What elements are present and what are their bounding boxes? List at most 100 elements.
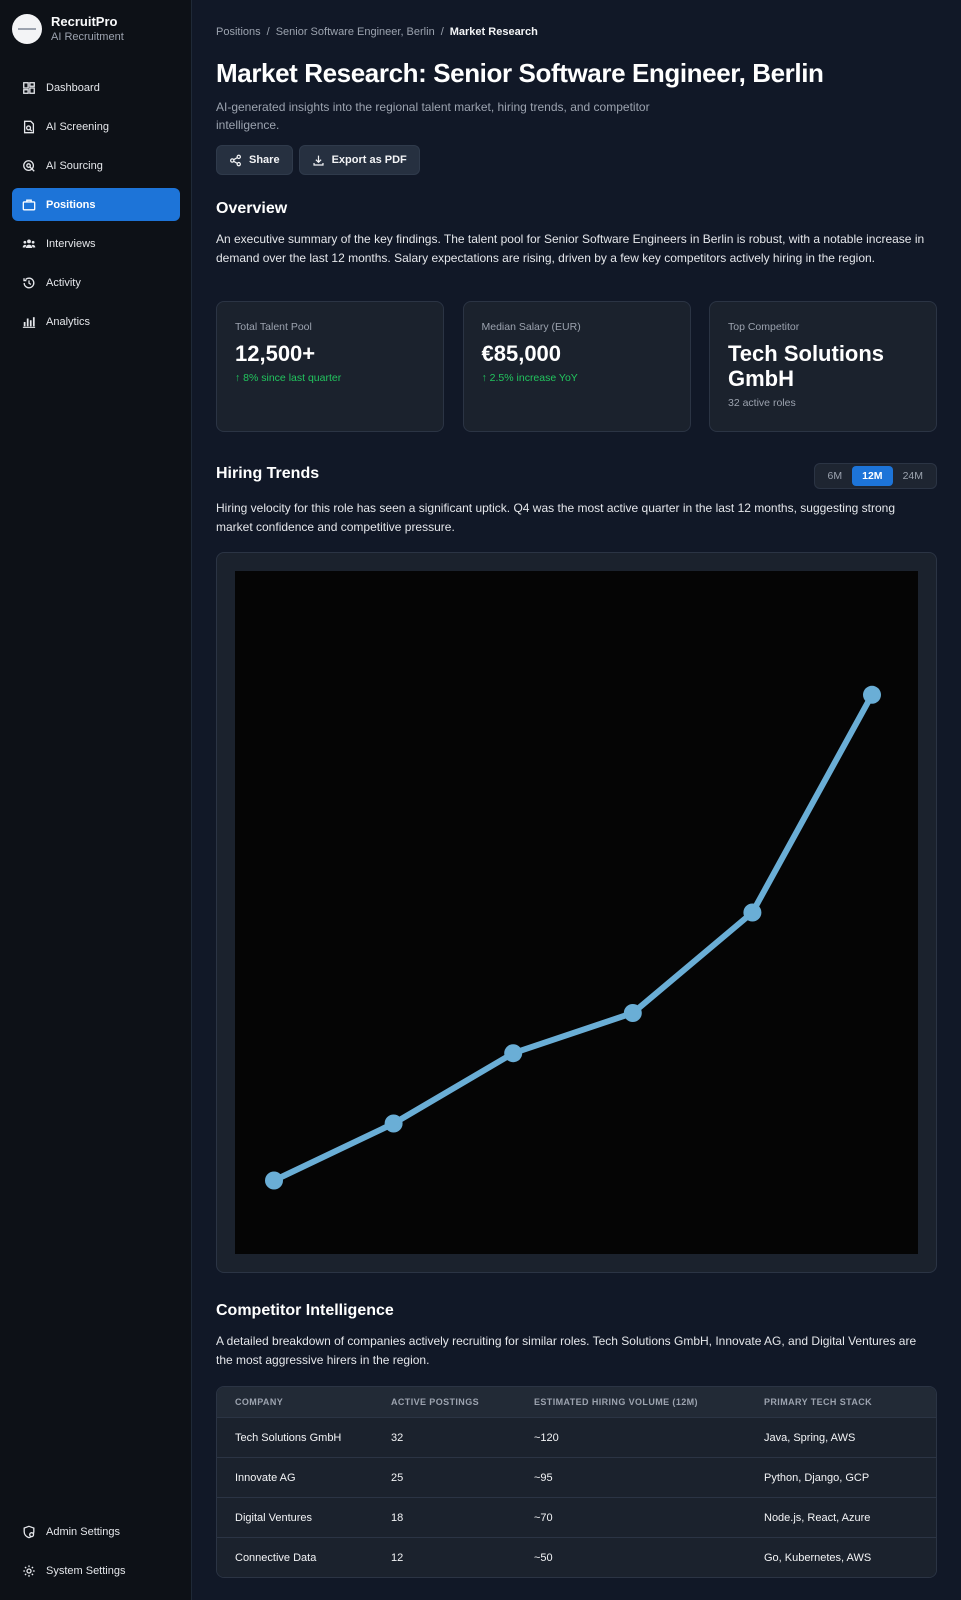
cell-postings: 12 bbox=[391, 1551, 404, 1564]
stat-value: 12,500+ bbox=[235, 341, 316, 366]
cell-stack: Java, Spring, AWS bbox=[764, 1431, 856, 1444]
column-header: COMPANY bbox=[235, 1397, 284, 1407]
breadcrumb-position[interactable]: Senior Software Engineer, Berlin bbox=[276, 26, 435, 38]
cell-company: Tech Solutions GmbH bbox=[235, 1431, 342, 1444]
range-12m[interactable]: 12M bbox=[852, 466, 893, 486]
sidebar: RecruitPro AI Recruitment Dashboard AI S… bbox=[0, 0, 192, 1600]
breadcrumb: Positions / Senior Software Engineer, Berl… bbox=[216, 26, 538, 38]
sidebar-item-label: Analytics bbox=[46, 315, 91, 328]
stat-trend: ↑ 8% since last quarter bbox=[235, 372, 342, 384]
data-point[interactable] bbox=[504, 1044, 523, 1063]
range-6m[interactable]: 6M bbox=[818, 466, 853, 486]
stat-label: Top Competitor bbox=[728, 321, 800, 333]
stat-card-median-salary: Median Salary (EUR) €85,000 ↑ 2.5% incre… bbox=[462, 301, 691, 432]
sidebar-item-label: Activity bbox=[46, 276, 81, 289]
range-selector: 6M 12M 24M bbox=[813, 463, 937, 489]
cell-stack: Python, Django, GCP bbox=[764, 1471, 870, 1484]
data-point[interactable] bbox=[623, 1004, 642, 1022]
table-row[interactable]: Tech Solutions GmbH 32 ~120 Java, Spring… bbox=[217, 1417, 936, 1457]
hiring-trends-heading: Hiring Trends bbox=[216, 465, 320, 482]
stat-value: €85,000 bbox=[481, 341, 562, 366]
hiring-trends-chart bbox=[235, 571, 918, 1254]
sidebar-item-interviews[interactable]: Interviews bbox=[12, 227, 180, 260]
sidebar-item-system-settings[interactable]: System Settings bbox=[12, 1554, 180, 1587]
stats-row: Total Talent Pool 12,500+ ↑ 8% since las… bbox=[216, 301, 937, 432]
table-row[interactable]: Digital Ventures 18 ~70 Node.js, React, … bbox=[217, 1497, 936, 1537]
document-search-icon bbox=[23, 120, 35, 133]
range-24m[interactable]: 24M bbox=[893, 466, 933, 486]
cell-volume: ~120 bbox=[534, 1431, 559, 1444]
brand-subtitle: AI Recruitment bbox=[51, 31, 124, 43]
sidebar-item-analytics[interactable]: Analytics bbox=[12, 305, 180, 338]
export-pdf-button[interactable]: Export as PDF bbox=[298, 145, 420, 175]
cell-postings: 18 bbox=[391, 1511, 404, 1524]
stat-value: Tech Solutions GmbH bbox=[728, 341, 885, 391]
radar-icon bbox=[23, 159, 35, 172]
sidebar-item-label: Admin Settings bbox=[46, 1525, 120, 1538]
dashboard-icon bbox=[23, 81, 35, 94]
overview-text: An executive summary of the key findings… bbox=[216, 232, 925, 265]
sidebar-item-label: Dashboard bbox=[46, 81, 100, 94]
brand: RecruitPro AI Recruitment bbox=[12, 14, 124, 44]
cell-company: Connective Data bbox=[235, 1551, 317, 1564]
cell-volume: ~95 bbox=[534, 1471, 553, 1484]
breadcrumb-positions[interactable]: Positions bbox=[216, 26, 261, 38]
overview-heading: Overview bbox=[216, 200, 288, 217]
stat-label: Median Salary (EUR) bbox=[481, 321, 581, 333]
hiring-trends-text: Hiring velocity for this role has seen a… bbox=[216, 501, 896, 534]
data-point[interactable] bbox=[863, 685, 881, 704]
breadcrumb-separator: / bbox=[440, 26, 444, 38]
column-header: ESTIMATED HIRING VOLUME (12M) bbox=[534, 1397, 698, 1407]
briefcase-icon bbox=[22, 199, 36, 210]
table-row[interactable]: Connective Data 12 ~50 Go, Kubernetes, A… bbox=[217, 1537, 936, 1577]
sidebar-item-label: AI Screening bbox=[46, 120, 109, 133]
sidebar-item-label: Interviews bbox=[46, 237, 96, 250]
sidebar-item-activity[interactable]: Activity bbox=[12, 266, 180, 299]
sidebar-nav: Dashboard AI Screening AI Sourcing Posit… bbox=[12, 71, 180, 344]
stat-card-talent-pool: Total Talent Pool 12,500+ ↑ 8% since las… bbox=[216, 301, 444, 432]
data-point[interactable] bbox=[384, 1114, 403, 1133]
stat-card-top-competitor: Top Competitor Tech Solutions GmbH 32 ac… bbox=[709, 301, 937, 432]
cell-volume: ~70 bbox=[534, 1511, 553, 1524]
sidebar-item-label: AI Sourcing bbox=[46, 159, 103, 172]
stat-label: Total Talent Pool bbox=[235, 321, 312, 333]
stat-note: 32 active roles bbox=[728, 397, 796, 409]
competitor-table: COMPANY ACTIVE POSTINGS ESTIMATED HIRING… bbox=[216, 1386, 937, 1578]
sidebar-item-ai-screening[interactable]: AI Screening bbox=[12, 110, 180, 143]
cell-volume: ~50 bbox=[534, 1551, 553, 1564]
admin-shield-icon bbox=[23, 1525, 35, 1538]
table-header: COMPANY ACTIVE POSTINGS ESTIMATED HIRING… bbox=[217, 1387, 936, 1417]
data-point[interactable] bbox=[265, 1171, 283, 1190]
share-label: Share bbox=[249, 154, 280, 166]
competitor-text: A detailed breakdown of companies active… bbox=[216, 1334, 917, 1367]
table-row[interactable]: Innovate AG 25 ~95 Python, Django, GCP bbox=[217, 1457, 936, 1497]
page-subtitle: AI-generated insights into the regional … bbox=[216, 100, 650, 132]
cell-stack: Node.js, React, Azure bbox=[764, 1511, 871, 1524]
sidebar-item-admin-settings[interactable]: Admin Settings bbox=[12, 1515, 180, 1548]
sidebar-bottom-nav: Admin Settings System Settings bbox=[12, 1515, 180, 1593]
sidebar-item-label: Positions bbox=[46, 198, 96, 211]
cell-company: Digital Ventures bbox=[235, 1511, 313, 1524]
download-icon bbox=[313, 155, 324, 166]
brand-logo bbox=[12, 14, 42, 44]
share-icon bbox=[230, 154, 241, 166]
data-point[interactable] bbox=[743, 903, 762, 922]
export-label: Export as PDF bbox=[331, 154, 407, 166]
history-icon bbox=[23, 277, 35, 288]
cell-postings: 32 bbox=[391, 1431, 404, 1444]
competitor-heading: Competitor Intelligence bbox=[216, 1302, 394, 1319]
sidebar-item-positions[interactable]: Positions bbox=[12, 188, 180, 221]
page-title: Market Research: Senior Software Enginee… bbox=[216, 58, 824, 88]
sidebar-item-label: System Settings bbox=[46, 1564, 126, 1577]
breadcrumb-current: Market Research bbox=[449, 26, 538, 38]
breadcrumb-separator: / bbox=[266, 26, 270, 38]
sidebar-item-dashboard[interactable]: Dashboard bbox=[12, 71, 180, 104]
hiring-trends-chart-card bbox=[216, 552, 937, 1273]
cell-company: Innovate AG bbox=[235, 1471, 296, 1484]
people-icon bbox=[22, 238, 36, 248]
gear-icon bbox=[23, 1564, 35, 1577]
cell-stack: Go, Kubernetes, AWS bbox=[764, 1551, 872, 1564]
bar-chart-icon bbox=[22, 316, 36, 328]
share-button[interactable]: Share bbox=[216, 145, 293, 175]
sidebar-item-ai-sourcing[interactable]: AI Sourcing bbox=[12, 149, 180, 182]
